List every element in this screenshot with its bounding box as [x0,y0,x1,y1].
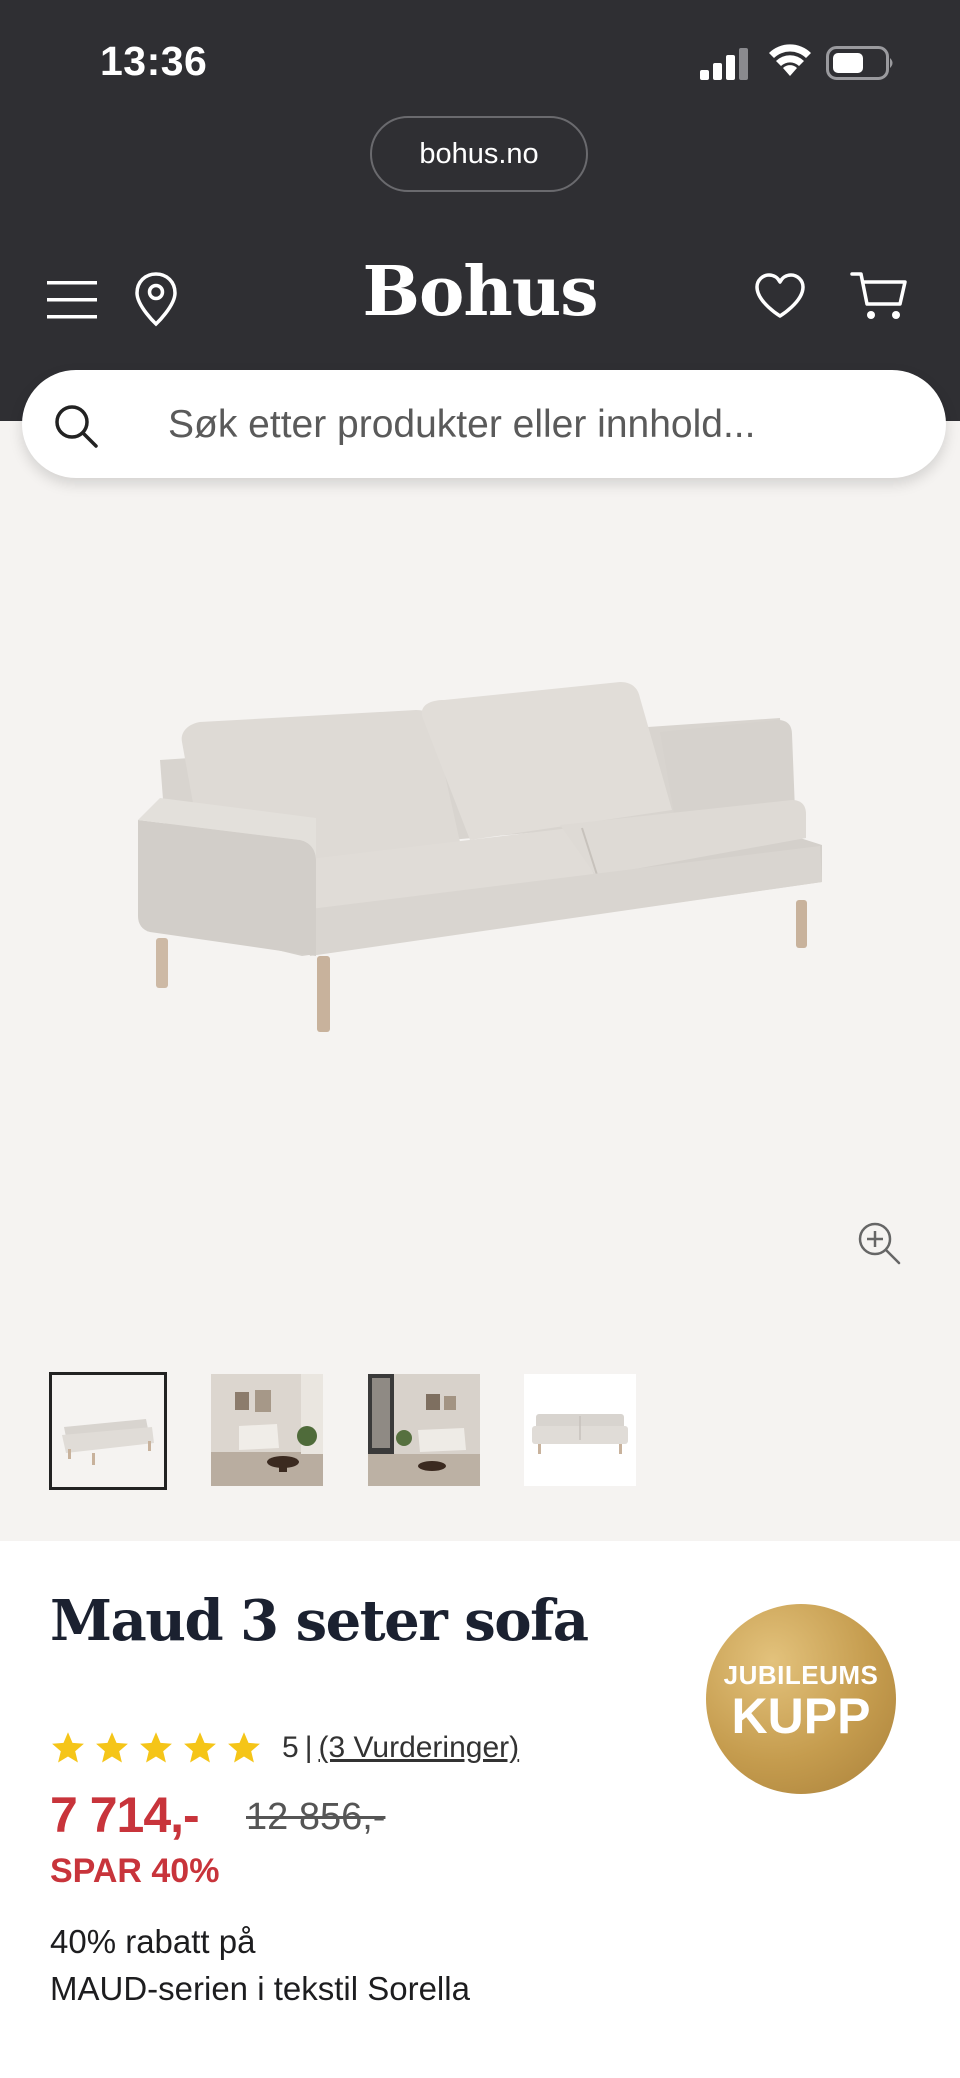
star-icon [52,1732,84,1763]
cellular-signal-icon [700,48,748,80]
battery-icon [826,46,893,80]
thumbnail-living-room-1[interactable] [211,1374,323,1486]
original-price: 12 856,- [246,1796,386,1838]
store-location-icon[interactable] [130,268,182,330]
shopping-cart-icon[interactable] [848,268,910,324]
discount-label: SPAR 40% [50,1852,220,1890]
current-price: 7 714,- [50,1787,200,1843]
wifi-icon [769,44,811,76]
search-bar [22,370,946,478]
product-rating: 5 | (3 Vurderinger) [50,1726,519,1770]
reviews-link[interactable]: (3 Vurderinger) [318,1731,519,1765]
status-time: 13:36 [100,38,208,84]
star-icon [96,1732,128,1763]
app-header: 13:36 bohus.no Bohus [0,0,960,421]
product-title: Maud 3 seter sofa [50,1588,589,1654]
thumbnail-living-room-2[interactable] [368,1374,480,1486]
thumbnail-sofa-front[interactable] [524,1374,636,1486]
promo-line-2: MAUD-serien i tekstil Sorella [50,1970,470,2007]
promo-line-1: 40% rabatt på [50,1923,256,1960]
star-icon [140,1732,172,1763]
favorites-heart-icon[interactable] [752,268,808,324]
rating-separator: | [304,1731,313,1764]
badge-line-1: JUBILEUMS [723,1659,879,1690]
jubileums-kupp-badge: JUBILEUMS KUPP [706,1604,896,1794]
badge-line-2: KUPP [731,1687,871,1744]
rating-value: 5 [282,1731,299,1764]
product-image-sofa[interactable] [120,660,840,1100]
url-bar[interactable]: bohus.no [370,116,588,192]
thumbnail-sofa-product[interactable] [49,1372,167,1490]
star-icon [228,1732,260,1763]
menu-icon[interactable] [46,272,98,328]
search-input[interactable] [166,394,890,456]
promo-text: 40% rabatt på MAUD-serien i tekstil Sore… [50,1918,470,2012]
search-icon[interactable] [52,402,100,450]
brand-logo[interactable]: Bohus [330,252,630,332]
star-icon [184,1732,216,1763]
zoom-icon[interactable] [856,1220,902,1266]
